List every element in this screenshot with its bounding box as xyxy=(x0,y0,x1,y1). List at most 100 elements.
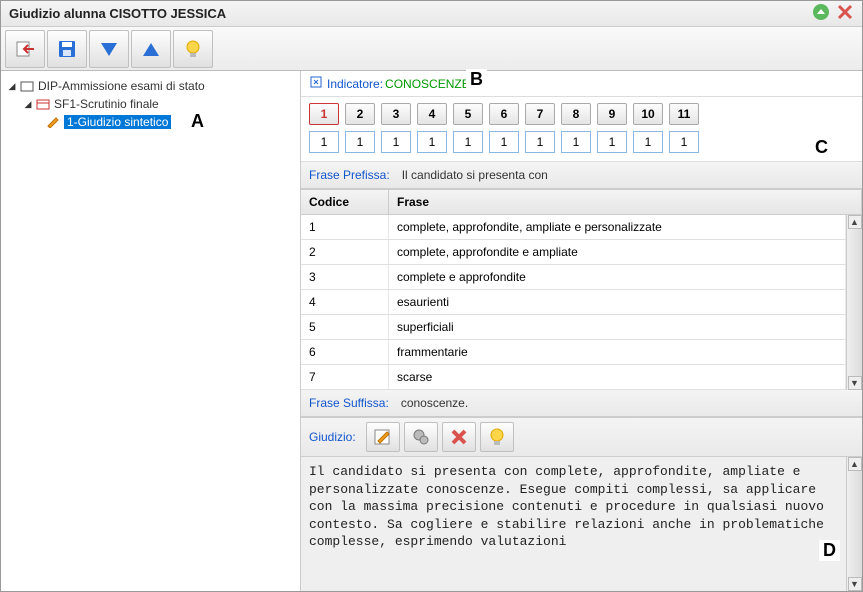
tab-8[interactable]: 8 xyxy=(561,103,591,125)
indicator-value: CONOSCENZE xyxy=(385,77,470,91)
value-input-9[interactable] xyxy=(597,131,627,153)
header-frase[interactable]: Frase xyxy=(389,190,862,214)
table-row[interactable]: 5superficiali xyxy=(301,315,846,340)
phrases-table: Codice Frase 1complete, approfondite, am… xyxy=(301,189,862,390)
table-row[interactable]: 2complete, approfondite e ampliate xyxy=(301,240,846,265)
tree-root[interactable]: ◢ DIP-Ammissione esami di stato xyxy=(5,77,296,95)
window-title: Giudizio alunna CISOTTO JESSICA xyxy=(9,6,226,21)
frase-suffissa-label: Frase Suffissa: xyxy=(309,396,389,410)
value-input-1[interactable] xyxy=(309,131,339,153)
cell-frase: esaurienti xyxy=(389,290,846,314)
output-wrap: Il candidato si presenta con complete, a… xyxy=(301,457,862,591)
detail-panel: Indicatore: CONOSCENZE B 1234567891011 C… xyxy=(301,71,862,591)
down-button[interactable] xyxy=(89,30,129,68)
main-content: ◢ DIP-Ammissione esami di stato ◢ SF1-Sc… xyxy=(1,71,862,591)
value-input-3[interactable] xyxy=(381,131,411,153)
collapse-icon[interactable]: ◢ xyxy=(23,99,33,110)
tree-leaf-label: 1-Giudizio sintetico xyxy=(64,115,171,129)
tab-2[interactable]: 2 xyxy=(345,103,375,125)
scroll-up-icon[interactable]: ▲ xyxy=(848,457,862,471)
tree-root-label: DIP-Ammissione esami di stato xyxy=(38,79,205,93)
calendar-icon xyxy=(35,97,51,111)
cell-frase: complete e approfondite xyxy=(389,265,846,289)
frase-prefissa-row: Frase Prefissa: Il candidato si presenta… xyxy=(301,162,862,189)
value-input-7[interactable] xyxy=(525,131,555,153)
cell-codice: 4 xyxy=(301,290,389,314)
scroll-up-icon[interactable]: ▲ xyxy=(848,215,862,229)
tree-child-scrutinio[interactable]: ◢ SF1-Scrutinio finale xyxy=(5,95,296,113)
tab-row: 123456789 10 11 xyxy=(301,97,862,127)
annotation-b: B xyxy=(466,69,487,90)
cell-codice: 2 xyxy=(301,240,389,264)
table-body: 1complete, approfondite, ampliate e pers… xyxy=(301,215,846,390)
frase-suffissa-row: Frase Suffissa: conoscenze. xyxy=(301,390,862,417)
cell-codice: 6 xyxy=(301,340,389,364)
edit-giudizio-button[interactable] xyxy=(366,422,400,452)
cell-frase: complete, approfondite e ampliate xyxy=(389,240,846,264)
cell-frase: complete, approfondite, ampliate e perso… xyxy=(389,215,846,239)
value-input-11[interactable] xyxy=(669,131,699,153)
value-input-6[interactable] xyxy=(489,131,519,153)
bulb-button[interactable] xyxy=(173,30,213,68)
table-row[interactable]: 4esaurienti xyxy=(301,290,846,315)
cell-frase: scarse xyxy=(389,365,846,389)
header-codice[interactable]: Codice xyxy=(301,190,389,214)
table-scrollbar[interactable]: ▲ ▼ xyxy=(846,215,862,390)
cell-codice: 3 xyxy=(301,265,389,289)
window-controls xyxy=(812,3,854,24)
tree-panel: ◢ DIP-Ammissione esami di stato ◢ SF1-Sc… xyxy=(1,71,301,591)
tab-11[interactable]: 11 xyxy=(669,103,699,125)
tab-7[interactable]: 7 xyxy=(525,103,555,125)
tab-4[interactable]: 4 xyxy=(417,103,447,125)
scroll-down-icon[interactable]: ▼ xyxy=(848,577,862,591)
input-row xyxy=(301,127,862,162)
indicator-row: Indicatore: CONOSCENZE xyxy=(301,71,862,97)
frase-prefissa-label: Frase Prefissa: xyxy=(309,168,390,182)
settings-giudizio-button[interactable] xyxy=(404,422,438,452)
value-input-8[interactable] xyxy=(561,131,591,153)
value-input-10[interactable] xyxy=(633,131,663,153)
tab-1[interactable]: 1 xyxy=(309,103,339,125)
scroll-down-icon[interactable]: ▼ xyxy=(848,376,862,390)
cell-codice: 1 xyxy=(301,215,389,239)
back-button[interactable] xyxy=(5,30,45,68)
table-row[interactable]: 3complete e approfondite xyxy=(301,265,846,290)
frase-suffissa-text: conoscenze. xyxy=(401,396,468,410)
titlebar: Giudizio alunna CISOTTO JESSICA xyxy=(1,1,862,27)
tab-9[interactable]: 9 xyxy=(597,103,627,125)
annotation-d: D xyxy=(819,540,840,561)
value-input-5[interactable] xyxy=(453,131,483,153)
indicator-icon xyxy=(309,75,323,92)
collapse-icon[interactable]: ◢ xyxy=(7,81,17,92)
annotation-a: A xyxy=(191,111,204,132)
table-row[interactable]: 1complete, approfondite, ampliate e pers… xyxy=(301,215,846,240)
table-row[interactable]: 7scarse xyxy=(301,365,846,390)
table-row[interactable]: 6frammentarie xyxy=(301,340,846,365)
giudizio-output[interactable]: Il candidato si presenta con complete, a… xyxy=(301,457,846,591)
cell-frase: superficiali xyxy=(389,315,846,339)
output-scrollbar[interactable]: ▲ ▼ xyxy=(846,457,862,591)
tab-5[interactable]: 5 xyxy=(453,103,483,125)
tab-3[interactable]: 3 xyxy=(381,103,411,125)
cell-codice: 7 xyxy=(301,365,389,389)
tab-10[interactable]: 10 xyxy=(633,103,663,125)
tree-child-label: SF1-Scrutinio finale xyxy=(54,97,159,111)
tree-leaf-giudizio[interactable]: 1-Giudizio sintetico xyxy=(5,113,296,131)
hint-giudizio-button[interactable] xyxy=(480,422,514,452)
cell-codice: 5 xyxy=(301,315,389,339)
indicator-label: Indicatore: xyxy=(327,77,383,91)
value-input-4[interactable] xyxy=(417,131,447,153)
giudizio-label: Giudizio: xyxy=(309,430,356,444)
folder-icon xyxy=(19,79,35,93)
frase-prefissa-text: Il candidato si presenta con xyxy=(402,168,548,182)
tab-6[interactable]: 6 xyxy=(489,103,519,125)
up-button[interactable] xyxy=(131,30,171,68)
delete-giudizio-button[interactable] xyxy=(442,422,476,452)
annotation-c: C xyxy=(811,137,832,158)
up-arrow-icon[interactable] xyxy=(812,3,830,24)
close-icon[interactable] xyxy=(836,3,854,24)
giudizio-toolbar: Giudizio: xyxy=(301,417,862,457)
save-button[interactable] xyxy=(47,30,87,68)
table-header: Codice Frase xyxy=(301,189,862,215)
value-input-2[interactable] xyxy=(345,131,375,153)
